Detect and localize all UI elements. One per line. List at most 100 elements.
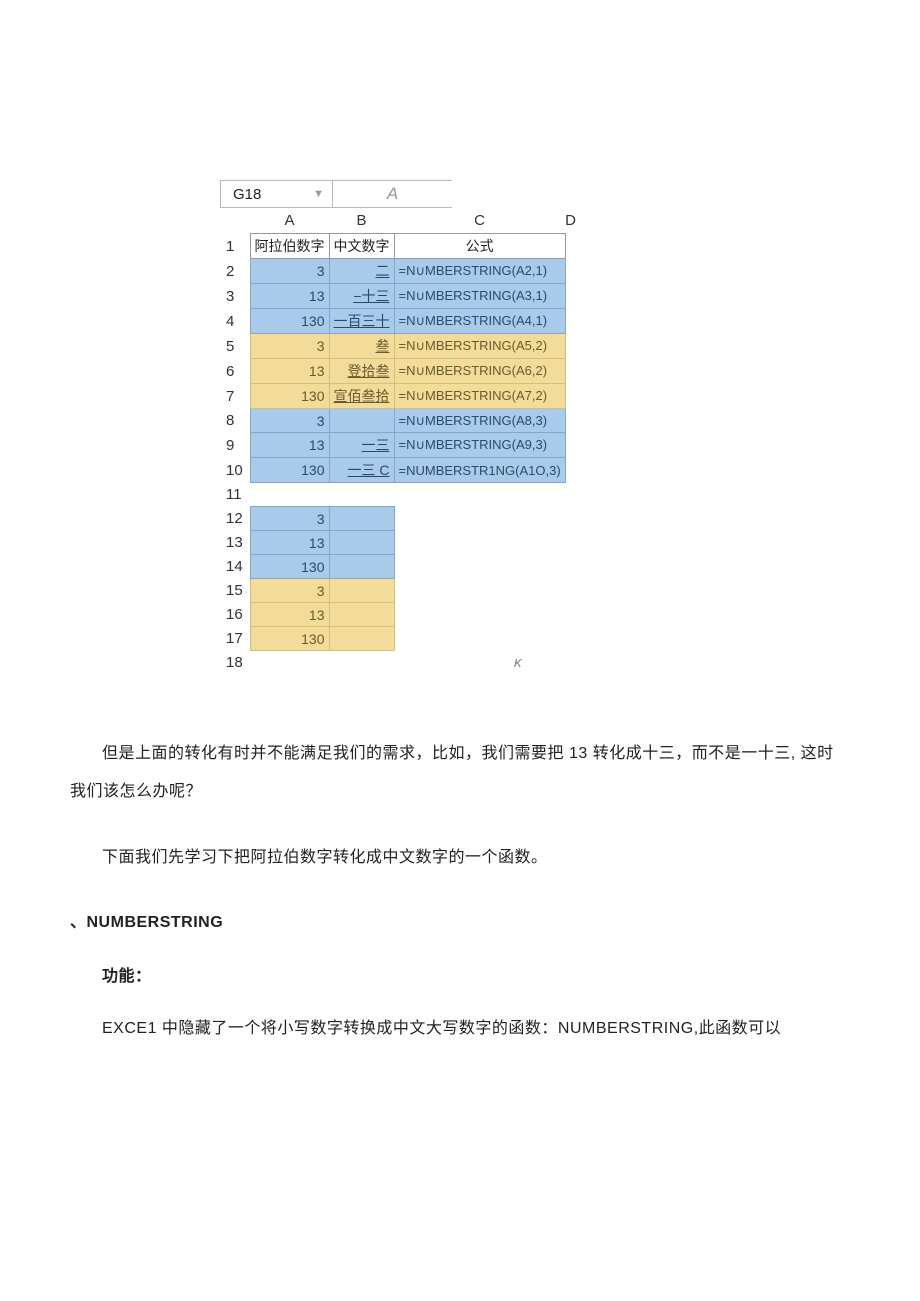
cell[interactable] [394, 507, 565, 531]
cell[interactable] [565, 579, 576, 603]
cell[interactable] [565, 555, 576, 579]
cell[interactable]: 13 [250, 359, 329, 384]
cell[interactable] [565, 284, 576, 309]
cell[interactable] [565, 603, 576, 627]
cell[interactable]: =N∪MBERSTRING(A7,2) [394, 384, 565, 409]
row-header[interactable]: 3 [220, 284, 250, 309]
cell[interactable]: 3 [250, 507, 329, 531]
cell[interactable] [394, 555, 565, 579]
cell[interactable] [329, 627, 394, 651]
formula-bar[interactable]: A [333, 181, 452, 208]
cell[interactable]: 宣佰叁拾 [329, 384, 394, 409]
cell[interactable] [250, 483, 329, 507]
cell[interactable]: 3 [250, 409, 329, 433]
row-header[interactable]: 17 [220, 627, 250, 651]
cell[interactable]: 叁 [329, 334, 394, 359]
col-header-B[interactable]: B [329, 208, 394, 234]
cell[interactable]: =N∪MBERSTRING(A4,1) [394, 309, 565, 334]
cell[interactable]: 一三 C [329, 458, 394, 483]
row-header[interactable]: 1 [220, 234, 250, 259]
col-header-C[interactable]: C [394, 208, 565, 234]
cell[interactable] [394, 603, 565, 627]
cell[interactable] [250, 651, 329, 675]
table-row: 18 κ [220, 651, 576, 675]
cell[interactable]: 3 [250, 334, 329, 359]
cell[interactable]: 阿拉伯数字 [250, 234, 329, 259]
cell[interactable]: 13 [250, 284, 329, 309]
cell[interactable] [394, 579, 565, 603]
cell[interactable] [565, 651, 576, 675]
cell[interactable]: 130 [250, 627, 329, 651]
cell[interactable]: 130 [250, 458, 329, 483]
row-header[interactable]: 14 [220, 555, 250, 579]
row-header[interactable]: 16 [220, 603, 250, 627]
cell[interactable] [565, 458, 576, 483]
cell[interactable] [329, 409, 394, 433]
row-header[interactable]: 5 [220, 334, 250, 359]
cell[interactable]: 13 [250, 531, 329, 555]
cell[interactable] [565, 433, 576, 458]
cell[interactable]: 二 [329, 259, 394, 284]
row-header[interactable]: 15 [220, 579, 250, 603]
cell[interactable]: 13 [250, 603, 329, 627]
cell[interactable]: 一三 [329, 433, 394, 458]
cell[interactable] [394, 531, 565, 555]
cell[interactable] [394, 627, 565, 651]
col-header-A[interactable]: A [250, 208, 329, 234]
cell[interactable] [565, 359, 576, 384]
sub-title: 功能： [70, 962, 850, 986]
cell[interactable] [565, 531, 576, 555]
cell[interactable] [565, 627, 576, 651]
cell[interactable] [565, 334, 576, 359]
cell[interactable] [565, 507, 576, 531]
row-header[interactable]: 12 [220, 507, 250, 531]
cell[interactable]: 登拾叁 [329, 359, 394, 384]
row-header[interactable]: 13 [220, 531, 250, 555]
cell[interactable]: =NUMBERSTR1NG(A1O,3) [394, 458, 565, 483]
cell[interactable]: 130 [250, 309, 329, 334]
cell[interactable] [329, 651, 394, 675]
cell[interactable]: 13 [250, 433, 329, 458]
cell[interactable]: 中文数字 [329, 234, 394, 259]
cell[interactable]: 130 [250, 555, 329, 579]
cell[interactable]: 130 [250, 384, 329, 409]
cell[interactable] [565, 409, 576, 433]
cell[interactable]: 3 [250, 259, 329, 284]
cell[interactable]: =N∪MBERSTRING(A5,2) [394, 334, 565, 359]
cell[interactable]: =N∪MBERSTRING(A2,1) [394, 259, 565, 284]
row-header[interactable]: 9 [220, 433, 250, 458]
row-header[interactable]: 2 [220, 259, 250, 284]
row-header[interactable]: 6 [220, 359, 250, 384]
table-row: 10 130 一三 C =NUMBERSTR1NG(A1O,3) [220, 458, 576, 483]
row-header[interactable]: 11 [220, 483, 250, 507]
row-header[interactable]: 18 [220, 651, 250, 675]
row-header[interactable]: 10 [220, 458, 250, 483]
cell[interactable] [394, 483, 565, 507]
cell[interactable]: −十三 [329, 284, 394, 309]
row-header[interactable]: 8 [220, 409, 250, 433]
cell[interactable] [329, 555, 394, 579]
cell[interactable]: =N∪MBERSTRING(A6,2) [394, 359, 565, 384]
cell[interactable]: =N∪MBERSTRING(A9,3) [394, 433, 565, 458]
row-header[interactable]: 7 [220, 384, 250, 409]
cell[interactable] [329, 483, 394, 507]
cell[interactable]: 3 [250, 579, 329, 603]
table-row: 14 130 [220, 555, 576, 579]
cell[interactable] [565, 234, 576, 259]
cell[interactable]: 一百三十 [329, 309, 394, 334]
cell[interactable] [565, 483, 576, 507]
cell[interactable]: 公式 [394, 234, 565, 259]
cell[interactable]: κ [394, 651, 565, 675]
cell[interactable] [565, 384, 576, 409]
cell[interactable] [565, 259, 576, 284]
row-header[interactable]: 4 [220, 309, 250, 334]
cell[interactable]: =N∪MBERSTRING(A8,3) [394, 409, 565, 433]
name-box[interactable]: G18 ▼ [221, 181, 333, 208]
cell[interactable]: =N∪MBERSTRING(A3,1) [394, 284, 565, 309]
cell[interactable] [329, 603, 394, 627]
cell[interactable] [329, 579, 394, 603]
cell[interactable] [329, 531, 394, 555]
cell[interactable] [329, 507, 394, 531]
cell[interactable] [565, 309, 576, 334]
col-header-D[interactable]: D [565, 208, 576, 234]
